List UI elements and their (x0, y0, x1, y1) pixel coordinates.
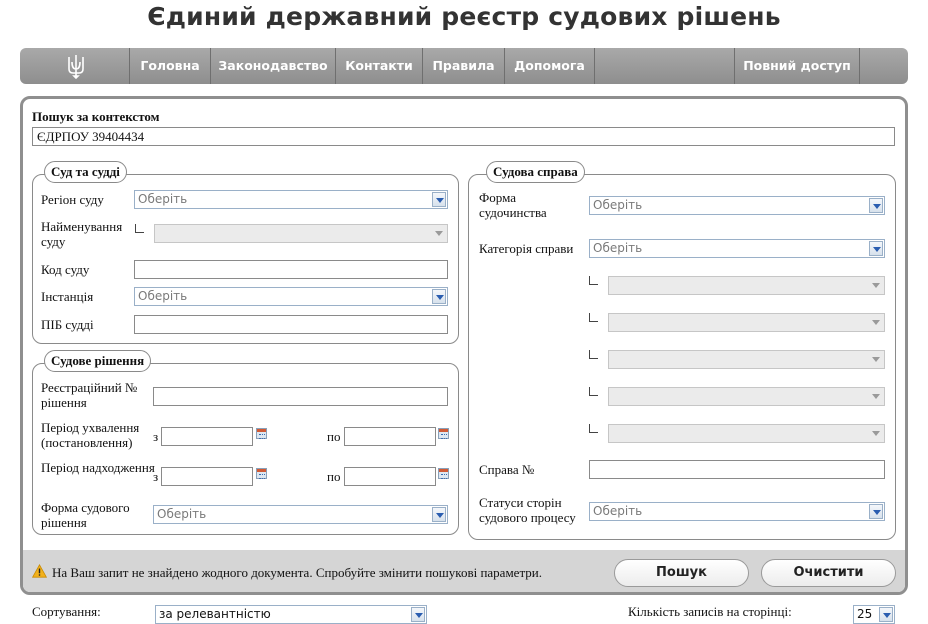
per-page-select[interactable]: 25 (853, 605, 895, 624)
nav-full-access[interactable]: Повний доступ (734, 48, 860, 84)
subcategory-select-2[interactable] (608, 313, 885, 332)
subcategory-select-1[interactable] (608, 276, 885, 295)
party-status-select[interactable]: Оберіть (589, 502, 885, 521)
decision-form-label: Форма судового рішення (41, 500, 130, 530)
page-title: Єдиний державний реєстр судових рішень (147, 2, 781, 31)
region-label: Регіон суду (41, 192, 104, 207)
hierarchy-corner-icon (589, 350, 598, 359)
hierarchy-corner-icon (589, 313, 598, 322)
proc-form-value: Оберіть (593, 198, 643, 212)
chevron-down-icon (869, 315, 883, 330)
nav-home[interactable]: Головна (130, 48, 211, 84)
chevron-down-icon (432, 507, 446, 522)
no-results-message: На Ваш запит не знайдено жодного докумен… (52, 565, 542, 580)
top-navigation: Головна Законодавство Контакти Правила Д… (20, 48, 908, 84)
decision-form-select[interactable]: Оберіть (153, 505, 448, 524)
calendar-icon[interactable] (256, 428, 267, 439)
per-page-label: Кількість записів на сторінці: (628, 604, 792, 619)
hierarchy-corner-icon (589, 387, 598, 396)
nav-logo[interactable] (20, 48, 130, 84)
region-select[interactable]: Оберіть (134, 190, 448, 209)
category-label: Категорія справи (479, 241, 574, 256)
chevron-down-icon (432, 289, 446, 304)
chevron-down-icon (869, 278, 883, 293)
adopt-to-label: по (327, 429, 341, 444)
proc-form-label: Форма судочинства (479, 190, 547, 220)
result-footer: На Ваш запит не знайдено жодного докумен… (23, 550, 905, 592)
hierarchy-corner-icon (589, 424, 598, 433)
receipt-to-label: по (327, 469, 341, 484)
sort-select[interactable]: за релевантністю (155, 605, 427, 624)
trident-icon (68, 55, 84, 79)
category-select-value: Оберіть (593, 241, 643, 255)
per-page-value: 25 (857, 607, 873, 621)
hierarchy-corner-icon (135, 224, 144, 233)
search-panel: Пошук за контекстом ЄДРПОУ 39404434 Суд … (20, 96, 908, 595)
sort-label: Сортування: (32, 604, 101, 619)
search-button[interactable]: Пошук (614, 559, 749, 587)
subcategory-select-3[interactable] (608, 350, 885, 369)
chevron-down-icon (879, 607, 893, 622)
receipt-from-input[interactable] (161, 467, 253, 486)
reg-number-label: Реєстраційний № рішення (41, 380, 138, 410)
chevron-down-icon (869, 504, 883, 519)
region-select-value: Оберіть (138, 192, 188, 206)
chevron-down-icon (432, 192, 446, 207)
chevron-down-icon (432, 226, 446, 241)
receipt-period-label: Період надходження (41, 460, 155, 475)
calendar-icon[interactable] (256, 468, 267, 479)
court-legend: Суд та судді (44, 161, 127, 183)
hierarchy-corner-icon (589, 276, 598, 285)
chevron-down-icon (869, 426, 883, 441)
chevron-down-icon (411, 607, 425, 622)
party-status-value: Оберіть (593, 504, 643, 518)
adopt-from-input[interactable] (161, 427, 253, 446)
chevron-down-icon (869, 241, 883, 256)
chevron-down-icon (869, 389, 883, 404)
instance-select[interactable]: Оберіть (134, 287, 448, 306)
instance-select-value: Оберіть (138, 289, 188, 303)
clear-button[interactable]: Очистити (761, 559, 896, 587)
chevron-down-icon (869, 352, 883, 367)
party-status-label: Статуси сторін судового процесу (479, 495, 576, 525)
receipt-to-input[interactable] (344, 467, 436, 486)
instance-label: Інстанція (41, 289, 94, 304)
adopt-period-label: Період ухвалення (постановлення) (41, 420, 140, 450)
nav-help[interactable]: Допомога (505, 48, 595, 84)
results-controls: Сортування: за релевантністю Кількість з… (0, 597, 928, 624)
nav-contacts[interactable]: Контакти (336, 48, 423, 84)
court-name-select[interactable] (154, 224, 448, 243)
court-code-label: Код суду (41, 262, 90, 277)
sort-select-value: за релевантністю (159, 607, 271, 621)
case-legend: Судова справа (486, 161, 585, 183)
context-search-input[interactable]: ЄДРПОУ 39404434 (32, 127, 895, 146)
subcategory-select-4[interactable] (608, 387, 885, 406)
case-number-label: Справа № (479, 462, 535, 477)
reg-number-input[interactable] (153, 387, 448, 406)
calendar-icon[interactable] (438, 428, 449, 439)
receipt-from-label: з (153, 469, 159, 484)
subcategory-select-5[interactable] (608, 424, 885, 443)
nav-rules[interactable]: Правила (423, 48, 505, 84)
decision-legend: Судове рішення (44, 350, 152, 372)
adopt-from-label: з (153, 429, 159, 444)
judge-input[interactable] (134, 315, 448, 334)
context-search-label: Пошук за контекстом (32, 109, 160, 124)
court-code-input[interactable] (134, 260, 448, 279)
warning-icon (32, 564, 47, 578)
decision-form-value: Оберіть (157, 507, 207, 521)
judge-label: ПІБ судді (41, 317, 94, 332)
calendar-icon[interactable] (438, 468, 449, 479)
category-select[interactable]: Оберіть (589, 239, 885, 258)
adopt-to-input[interactable] (344, 427, 436, 446)
proc-form-select[interactable]: Оберіть (589, 196, 885, 215)
chevron-down-icon (869, 198, 883, 213)
nav-legislation[interactable]: Законодавство (211, 48, 336, 84)
case-number-input[interactable] (589, 460, 885, 479)
court-name-label: Найменування суду (41, 219, 123, 249)
